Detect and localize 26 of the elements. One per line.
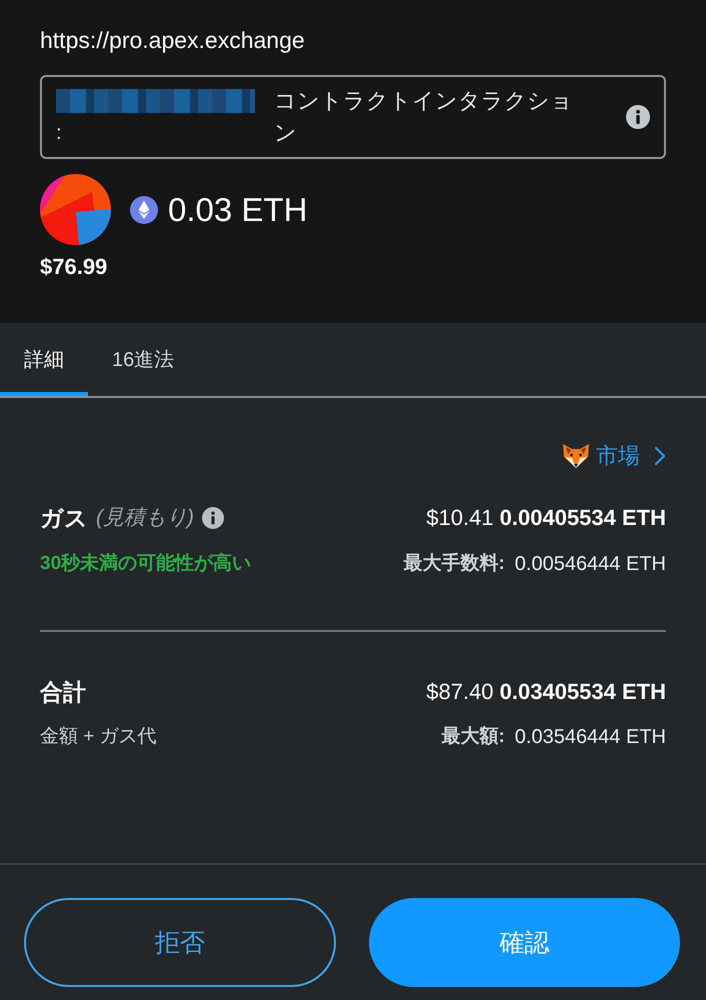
total-title: 合計 (40, 678, 86, 707)
estimate-note: (見積もり) (96, 505, 194, 531)
reject-button[interactable]: 拒否 (24, 898, 336, 987)
transfer-amount: 0.03 ETH (168, 190, 308, 230)
fiat-amount: $76.99 (40, 253, 108, 281)
tab[interactable]: 16進法 (88, 323, 198, 396)
total-value: $87.40 0.03405534 ETH (426, 678, 666, 706)
speed-estimate: 30秒未満の可能性が高い (40, 552, 252, 576)
gas-title: ガス (40, 504, 88, 533)
max-label: 最大手数料: (403, 552, 505, 576)
diamond-coin-icon (130, 196, 158, 224)
tab[interactable]: 詳細 (0, 323, 88, 396)
confirm-button[interactable]: 確認 (368, 898, 680, 987)
market-link[interactable]: 市場 (562, 442, 666, 470)
info-icon[interactable] (202, 507, 224, 529)
chevron-right-icon (654, 446, 666, 466)
max-value: 0.03546444 ETH (514, 725, 666, 750)
address-colon: : (56, 121, 62, 145)
total-subtitle: 金額 + ガス代 (40, 725, 157, 749)
max-value: 0.00546444 ETH (514, 552, 666, 577)
info-icon[interactable] (626, 105, 650, 129)
max-label: 最大額: (441, 724, 505, 749)
gas-fee-value: $10.41 0.00405534 ETH (426, 504, 666, 532)
site-url: https://pro.apex.exchange (40, 26, 306, 54)
fox-icon (562, 443, 590, 469)
interaction-label: コントラクトインタラクション (274, 87, 574, 147)
